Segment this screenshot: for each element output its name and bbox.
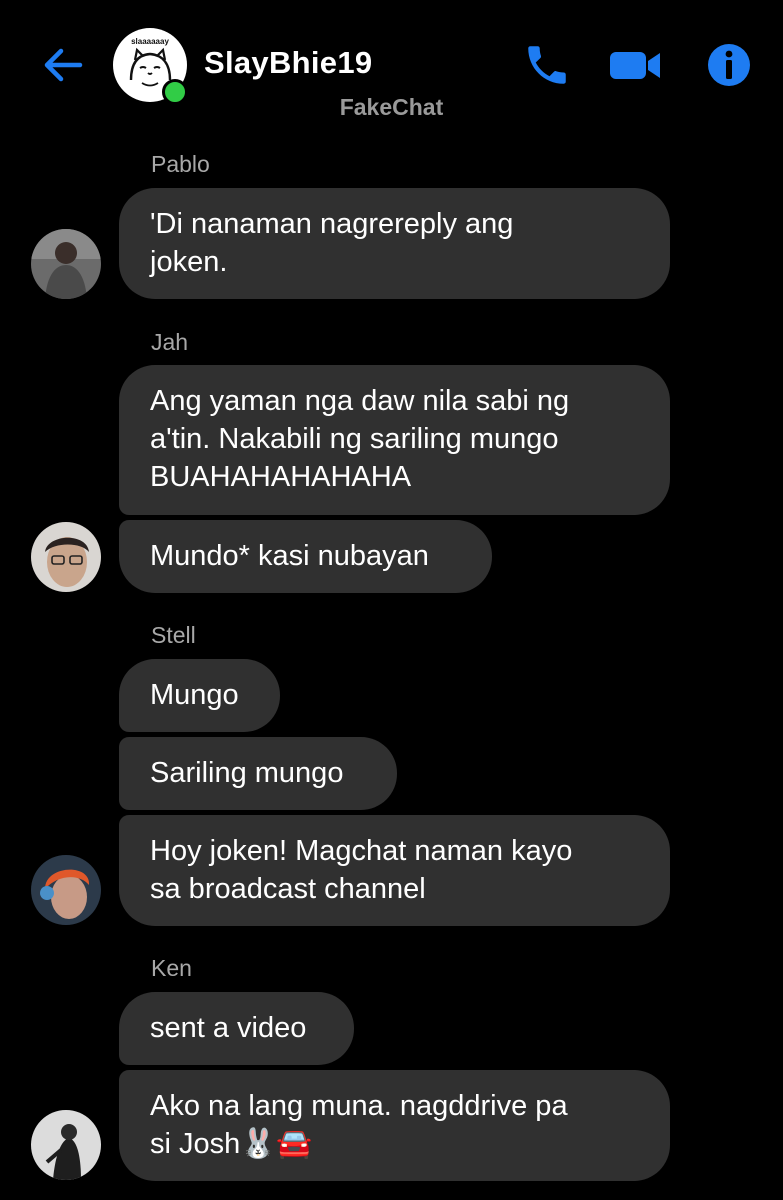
video-camera-icon — [610, 52, 660, 79]
message-bubble[interactable]: Hoy joken! Magchat naman kayo sa broadca… — [119, 815, 670, 926]
message-bubble[interactable]: 'Di nanaman nagrereply ang joken. — [119, 188, 670, 299]
back-button[interactable] — [40, 42, 86, 88]
sender-name-jah: Jah — [151, 329, 189, 355]
sender-name-pablo: Pablo — [151, 151, 210, 177]
back-arrow-icon — [44, 48, 83, 82]
chat-header: slaaaaaay SlayBhie19 FakeChat — [0, 0, 783, 130]
chat-avatar[interactable]: slaaaaaay — [113, 28, 188, 105]
video-call-button[interactable] — [608, 40, 660, 90]
sender-name-stell: Stell — [151, 622, 196, 648]
avatar-jah[interactable] — [31, 522, 101, 592]
message-bubble[interactable]: Ang yaman nga daw nila sabi ng a'tin. Na… — [119, 365, 670, 515]
message-bubble[interactable]: sent a video — [119, 992, 354, 1065]
watermark-label: FakeChat — [0, 94, 783, 121]
message-bubble[interactable]: Mungo — [119, 659, 280, 732]
info-button[interactable] — [704, 40, 754, 90]
avatar-pablo[interactable] — [31, 229, 101, 299]
watermark-text: FakeChat — [339, 94, 444, 120]
avatar-ken[interactable] — [31, 1110, 101, 1180]
message-bubble[interactable]: Sariling mungo — [119, 737, 397, 810]
chat-title[interactable]: SlayBhie19 — [204, 45, 372, 81]
phone-icon — [528, 46, 566, 84]
profile-photo-icon — [31, 1110, 101, 1180]
voice-call-button[interactable] — [522, 40, 572, 90]
message-bubble[interactable]: Ako na lang muna. nagddrive pa si Josh🐰🚘 — [119, 1070, 670, 1181]
message-bubble[interactable]: Mundo* kasi nubayan — [119, 520, 492, 593]
profile-photo-icon — [31, 522, 101, 592]
profile-photo-icon — [31, 229, 101, 299]
sender-name-ken: Ken — [151, 955, 192, 981]
info-icon — [708, 44, 750, 86]
profile-photo-icon — [31, 855, 101, 925]
avatar-stell[interactable] — [31, 855, 101, 925]
